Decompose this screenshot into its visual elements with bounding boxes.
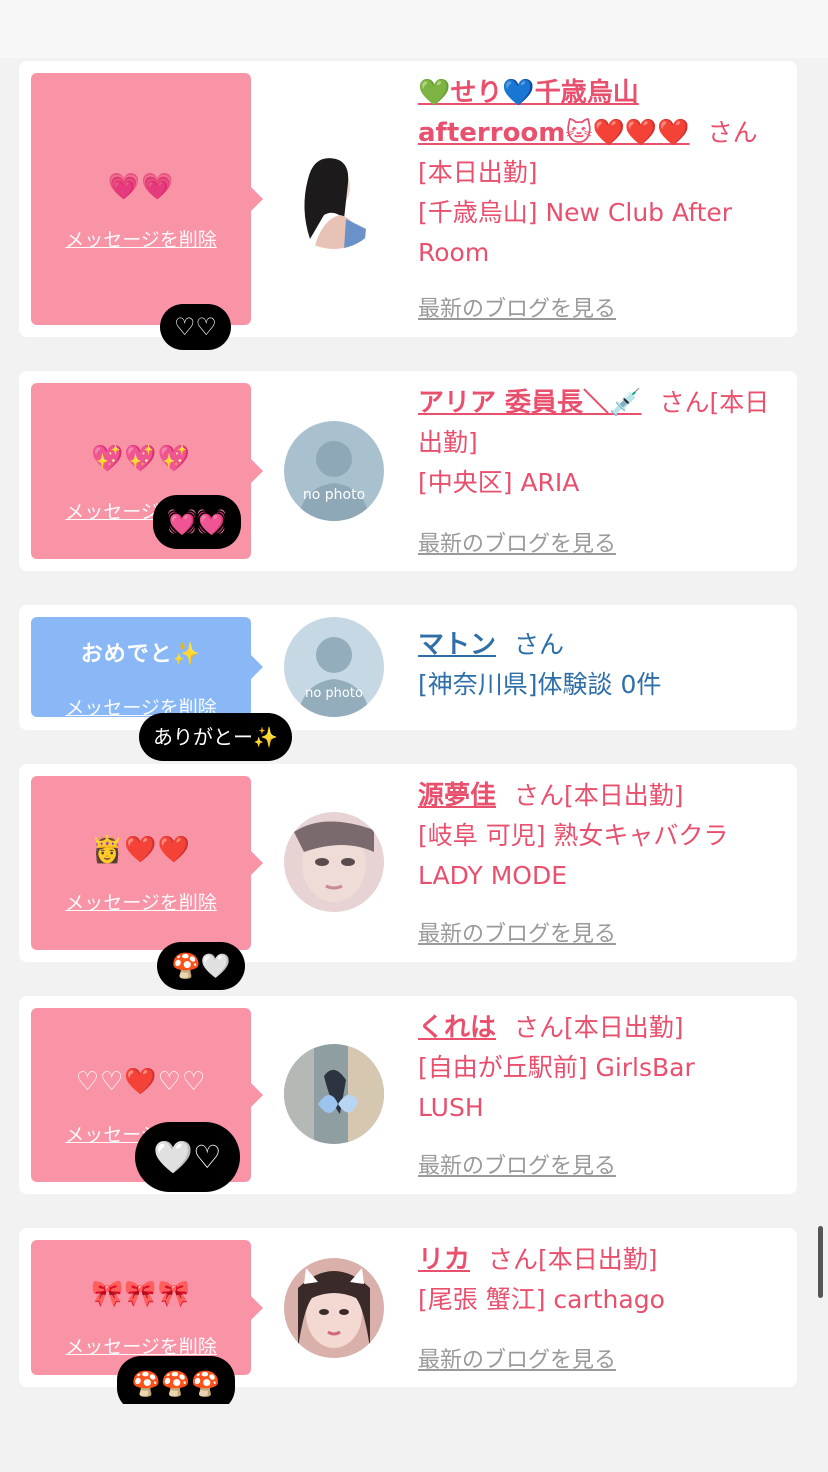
- message-bubble: 💗💗 メッセージを削除: [31, 73, 263, 325]
- girl-name-link[interactable]: くれは: [418, 1013, 496, 1043]
- message-text: ♡♡❤️♡♡: [75, 1067, 207, 1097]
- message-bubble: おめでと✨ メッセージを削除: [31, 617, 263, 719]
- girl-info: 源夢佳 さん[本日出勤] [岐阜 可児] 熟女キャバクラ LADY MODE: [418, 776, 783, 896]
- reply-bubble: 💓💓: [153, 495, 241, 549]
- avatar[interactable]: [284, 812, 384, 912]
- san-label: さん[本日: [659, 388, 770, 417]
- girl-info: アリア 委員長＼💉 さん[本日 出勤] [中央区] ARIA: [418, 383, 783, 503]
- san-label: さん[本日出勤]: [488, 1245, 658, 1274]
- message-card: ♡♡❤️♡♡ メッセージを削除 🤍♡ くれはさん[本日出勤] [自由が丘駅前] …: [19, 996, 797, 1194]
- shop-text: [尾張 蟹江] carthago: [418, 1285, 665, 1314]
- shop-text-cont: LUSH: [418, 1093, 484, 1122]
- reply-bubble: ♡♡: [160, 304, 232, 350]
- reply-bubble: 🍄🤍: [157, 942, 245, 990]
- message-text: 👸❤️❤️: [90, 835, 192, 865]
- view-blog-link[interactable]: 最新のブログを見る: [418, 1342, 616, 1374]
- shop-text-cont: Room: [418, 238, 490, 267]
- girl-name-link[interactable]: 💚せり💙千歳烏山: [418, 78, 639, 108]
- view-blog-link[interactable]: 最新のブログを見る: [418, 1148, 616, 1180]
- view-blog-link[interactable]: 最新のブログを見る: [418, 526, 616, 558]
- san-label: さん: [514, 630, 565, 659]
- message-card: 🎀🎀🎀 メッセージを削除 🍄🍄🍄 リカ さん[本日出勤] [尾張 蟹江] cart…: [19, 1228, 797, 1412]
- shop-text: [千歳烏山] New Club After: [418, 198, 733, 227]
- user-name-link[interactable]: マトン: [418, 630, 496, 660]
- reply-bubble: 🤍♡: [135, 1122, 240, 1192]
- girl-info: くれは さん[本日出勤] [自由が丘駅前] GirlsBar LUSH: [418, 1008, 783, 1128]
- san-label: さん: [707, 118, 758, 147]
- message-text: 💖💖💖: [90, 444, 192, 474]
- shop-text: [中央区] ARIA: [418, 468, 580, 497]
- top-bar: [0, 0, 828, 58]
- avatar[interactable]: [284, 1258, 384, 1358]
- view-blog-link[interactable]: 最新のブログを見る: [418, 916, 616, 948]
- girl-name-link[interactable]: 源夢佳: [418, 781, 496, 811]
- status-text: [本日出勤]: [418, 158, 538, 187]
- status-text: 出勤]: [418, 428, 478, 457]
- delete-message-link[interactable]: メッセージを削除: [31, 1332, 251, 1359]
- girl-info: 💚せり💙千歳烏山 afterroom🐱❤️❤️❤️ さん [本日出勤] [千歳烏山…: [418, 73, 783, 273]
- girl-name-link-cont[interactable]: afterroom🐱❤️❤️❤️: [418, 118, 690, 148]
- girl-name-link[interactable]: アリア 委員長＼💉: [418, 388, 641, 418]
- scrollbar[interactable]: [818, 1226, 823, 1298]
- message-text: おめでと✨: [80, 642, 202, 667]
- message-card: 👸❤️❤️ メッセージを削除 🍄🤍 源夢佳 さん[本日出勤] [岐阜 可児] 熟女…: [19, 764, 797, 990]
- girl-info: リカ さん[本日出勤] [尾張 蟹江] carthago: [418, 1240, 783, 1320]
- no-photo-text: no photo: [305, 686, 363, 701]
- delete-message-link[interactable]: メッセージを削除: [31, 888, 251, 915]
- user-info: マトン さん [神奈川県]体験談 0件: [418, 625, 783, 705]
- message-card: 💗💗 メッセージを削除 ♡♡ 💚せり💙千歳烏山 afterroom🐱❤️❤️❤️…: [19, 61, 797, 350]
- shop-text: [岐阜 可児] 熟女キャバクラ: [418, 821, 729, 850]
- message-text: 💗💗: [107, 172, 175, 202]
- san-label: さん[本日出勤]: [514, 781, 684, 810]
- no-photo-text: no photo: [303, 487, 365, 503]
- message-bubble: 👸❤️❤️ メッセージを削除: [31, 776, 263, 950]
- shop-text-cont: LADY MODE: [418, 861, 567, 890]
- message-text: 🎀🎀🎀: [90, 1279, 192, 1309]
- avatar[interactable]: [284, 1044, 384, 1144]
- review-count-text: [神奈川県]体験談 0件: [418, 670, 662, 699]
- shop-text: [自由が丘駅前] GirlsBar: [418, 1053, 695, 1082]
- no-photo-avatar[interactable]: no photo: [284, 421, 384, 521]
- san-label: さん[本日出勤]: [514, 1013, 684, 1042]
- message-bubble: 🎀🎀🎀 メッセージを削除: [31, 1240, 263, 1375]
- avatar[interactable]: [284, 149, 384, 249]
- reply-bubble: ありがとー✨: [139, 713, 292, 761]
- message-card: 💖💖💖 メッセージを削除 💓💓 no photo アリア 委員長＼💉 さん[本日 …: [19, 371, 797, 571]
- bottom-bar: [0, 1404, 828, 1472]
- no-photo-avatar[interactable]: no photo: [284, 617, 384, 717]
- message-card: おめでと✨ メッセージを削除 ありがとー✨ no photo マトン さん [神奈…: [19, 605, 797, 761]
- girl-name-link[interactable]: リカ: [418, 1245, 470, 1275]
- view-blog-link[interactable]: 最新のブログを見る: [418, 291, 616, 323]
- delete-message-link[interactable]: メッセージを削除: [31, 225, 251, 252]
